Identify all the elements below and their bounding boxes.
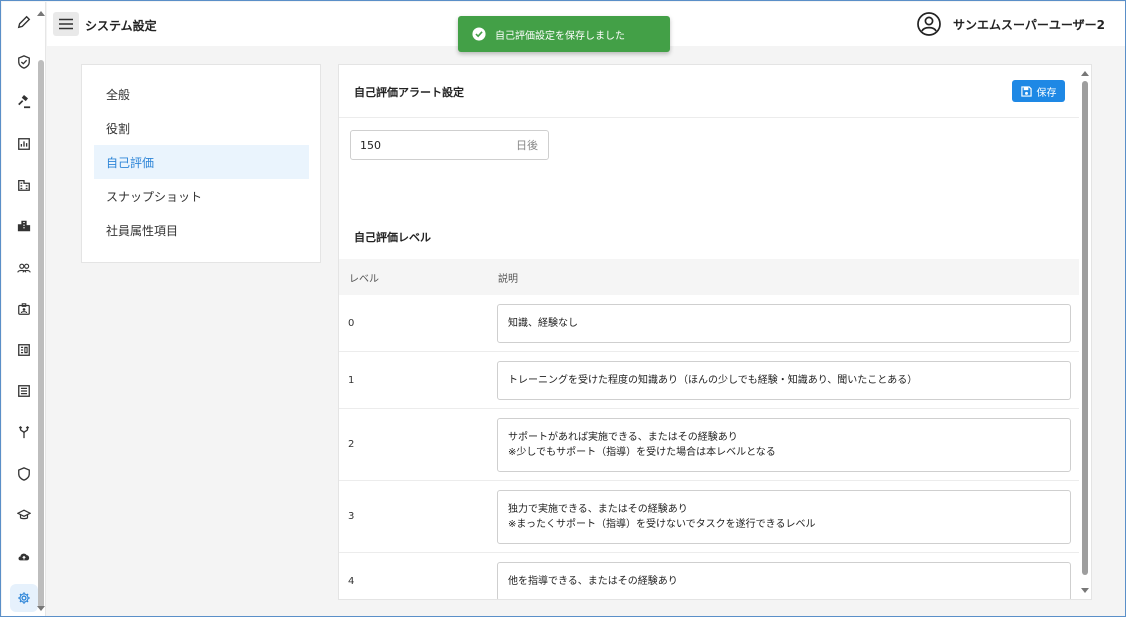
description-line: 独力で実施できる、またはその経験あり: [508, 504, 688, 515]
buildings-icon[interactable]: [10, 212, 38, 240]
hamburger-icon: [59, 18, 73, 30]
nav-item-roles[interactable]: 役割: [94, 111, 309, 145]
alert-days-input[interactable]: 150 日後: [350, 130, 549, 160]
table-row: 2 サポートがあれば実施できる、またはその経験あり ※少しでもサポート（指導）を…: [339, 409, 1079, 481]
nav-item-employee-attributes[interactable]: 社員属性項目: [94, 213, 309, 247]
description-line: ※まったくサポート（指導）を受けないでタスクを遂行できるレベル: [508, 519, 816, 530]
save-icon: [1020, 85, 1032, 97]
check-circle-icon: [472, 27, 486, 41]
alert-days-value: 150: [360, 138, 381, 152]
description-line: サポートがあれば実施できる、またはその経験あり: [508, 432, 738, 443]
id-badge-icon[interactable]: [10, 295, 38, 323]
level-value: 2: [348, 439, 355, 450]
save-button-label: 保存: [1036, 87, 1057, 99]
description-input[interactable]: 他を指導できる、またはその経験あり: [497, 562, 1071, 599]
school-icon[interactable]: [10, 501, 38, 529]
user-menu[interactable]: サンエムスーパーユーザー2: [917, 12, 1105, 36]
table-row: 0 知識、経験なし: [339, 295, 1079, 352]
main-scrollbar[interactable]: [1082, 81, 1088, 575]
level-value: 0: [348, 318, 355, 329]
scroll-up-icon[interactable]: [1081, 70, 1089, 76]
column-header-level: レベル: [349, 274, 379, 285]
user-name: サンエムスーパーユーザー2: [953, 17, 1105, 32]
self-evaluation-panel: 自己評価アラート設定 保存 150 日後 自己評価レベル レベル 説明 0 知識…: [338, 64, 1092, 600]
toast-message: 自己評価設定を保存しました: [495, 30, 625, 42]
pencil-icon[interactable]: [10, 8, 38, 36]
level-value: 3: [348, 511, 355, 522]
table-row: 1 トレーニングを受けた程度の知識あり（ほんの少しでも経験・知識あり、聞いたこと…: [339, 352, 1079, 409]
description-input[interactable]: 知識、経験なし: [497, 304, 1071, 343]
people-icon[interactable]: [10, 254, 38, 282]
nav-item-self-evaluation[interactable]: 自己評価: [94, 145, 309, 179]
gavel-icon[interactable]: [10, 88, 38, 116]
nav-item-general[interactable]: 全般: [94, 77, 309, 111]
chart-icon[interactable]: [10, 130, 38, 158]
card-icon[interactable]: [10, 336, 38, 364]
description-input[interactable]: サポートがあれば実施できる、またはその経験あり ※少しでもサポート（指導）を受け…: [497, 418, 1071, 472]
section-divider: [339, 117, 1079, 118]
page-title: システム設定: [85, 19, 157, 33]
column-header-description: 説明: [498, 274, 518, 285]
save-button[interactable]: 保存: [1012, 80, 1065, 102]
list-icon[interactable]: [10, 377, 38, 405]
description-input[interactable]: トレーニングを受けた程度の知識あり（ほんの少しでも経験・知識あり、聞いたことある…: [497, 361, 1071, 400]
fork-icon[interactable]: [10, 418, 38, 446]
nav-item-snapshot[interactable]: スナップショット: [94, 179, 309, 213]
description-line: ※少しでもサポート（指導）を受けた場合は本レベルとなる: [508, 447, 776, 458]
icon-rail: [2, 2, 46, 616]
level-table-header: レベル 説明: [339, 259, 1079, 295]
cloud-upload-icon[interactable]: [10, 542, 38, 570]
description-input[interactable]: 独力で実施できる、またはその経験あり ※まったくサポート（指導）を受けないでタス…: [497, 490, 1071, 544]
rail-scroll-down-icon[interactable]: [37, 606, 45, 612]
level-section-title: 自己評価レベル: [354, 231, 431, 244]
alert-settings-title: 自己評価アラート設定: [354, 86, 464, 99]
shield-check-icon[interactable]: [10, 48, 38, 76]
description-line: 他を指導できる、またはその経験あり: [508, 576, 678, 587]
gear-icon[interactable]: [10, 584, 38, 612]
rail-scrollbar[interactable]: [38, 60, 44, 608]
menu-button[interactable]: [53, 12, 79, 36]
account-circle-icon: [917, 12, 941, 36]
success-toast: 自己評価設定を保存しました: [458, 16, 670, 52]
table-row: 4 他を指導できる、またはその経験あり: [339, 553, 1079, 599]
table-row: 3 独力で実施できる、またはその経験あり ※まったくサポート（指導）を受けないで…: [339, 481, 1079, 553]
settings-nav: 全般 役割 自己評価 スナップショット 社員属性項目: [81, 64, 321, 263]
scroll-down-icon[interactable]: [1081, 588, 1089, 594]
description-line: トレーニングを受けた程度の知識あり（ほんの少しでも経験・知識あり、聞いたことある…: [508, 375, 918, 386]
alert-days-unit: 日後: [516, 139, 538, 152]
building-icon[interactable]: [10, 171, 38, 199]
app-window: システム設定 サンエムスーパーユーザー2 自己評価設定を保存しました 全般 役割…: [0, 0, 1126, 617]
rail-scroll-up-icon[interactable]: [37, 10, 45, 16]
shield-icon[interactable]: [10, 460, 38, 488]
description-line: 知識、経験なし: [508, 318, 578, 329]
level-value: 4: [348, 576, 355, 587]
level-value: 1: [348, 375, 355, 386]
